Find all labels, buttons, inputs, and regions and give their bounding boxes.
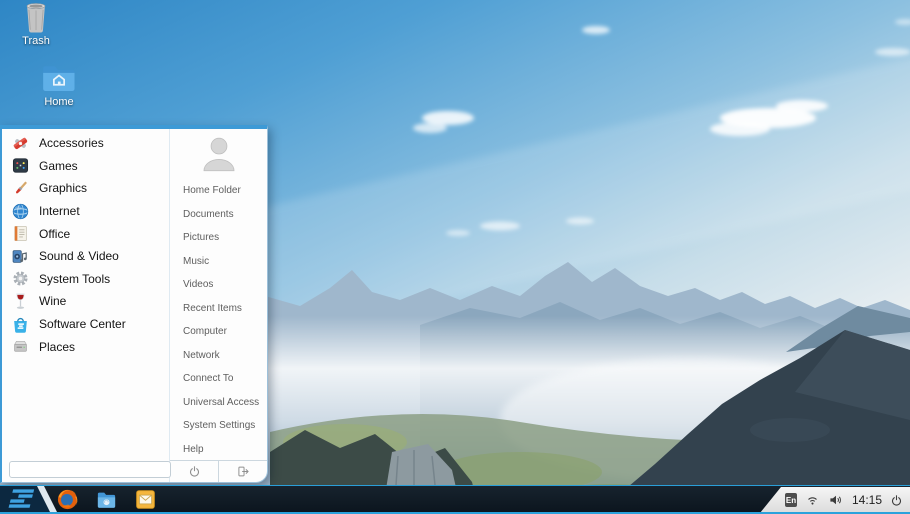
wine-icon xyxy=(11,292,30,311)
menu-category-label: Graphics xyxy=(39,181,87,195)
menu-category-label: Office xyxy=(39,227,70,241)
menu-shortcut-item[interactable]: Pictures xyxy=(170,226,267,250)
start-menu-button[interactable] xyxy=(0,486,58,514)
file-manager-icon xyxy=(95,488,118,511)
firefox-launcher[interactable] xyxy=(56,488,79,511)
menu-category-label: Internet xyxy=(39,204,80,218)
mail-launcher[interactable] xyxy=(134,488,157,511)
menu-shortcut-item[interactable]: Videos xyxy=(170,273,267,297)
system-tools-icon xyxy=(11,269,30,288)
network-icon xyxy=(805,493,820,508)
desktop: Home Trash Accessories Games xyxy=(0,0,910,514)
sound-video-icon xyxy=(11,247,30,266)
menu-category-accessories[interactable]: Accessories xyxy=(4,132,168,155)
menu-category-label: Games xyxy=(39,159,78,173)
logout-icon xyxy=(237,465,250,478)
user-avatar-icon xyxy=(199,133,239,175)
volume-button[interactable] xyxy=(828,492,844,508)
menu-shortcut-item[interactable]: Help xyxy=(170,438,267,462)
desktop-icon-image xyxy=(40,61,78,95)
desktop-icon-label: Home xyxy=(23,96,95,108)
volume-icon xyxy=(828,492,844,508)
menu-category-list: Accessories Games Graphics Internet xyxy=(4,132,168,358)
menu-shortcut-item[interactable]: Universal Access xyxy=(170,391,267,415)
desktop-icon-trash[interactable]: Trash xyxy=(0,0,72,47)
menu-category-sound-video[interactable]: Sound & Video xyxy=(4,245,168,268)
menu-category-label: Wine xyxy=(39,294,66,308)
menu-category-internet[interactable]: Internet xyxy=(4,200,168,223)
menu-shortcut-item[interactable]: Recent Items xyxy=(170,297,267,321)
zorin-logo-icon xyxy=(0,486,58,514)
network-status-button[interactable] xyxy=(805,493,820,508)
menu-category-office[interactable]: Office xyxy=(4,222,168,245)
menu-category-games[interactable]: Games xyxy=(4,155,168,178)
file-manager-launcher[interactable] xyxy=(95,488,118,511)
internet-icon xyxy=(11,202,30,221)
menu-shortcut-item[interactable]: Music xyxy=(170,250,267,274)
menu-category-software-center[interactable]: Software Center xyxy=(4,313,168,336)
menu-category-label: System Tools xyxy=(39,272,110,286)
system-tray: En 14:15 xyxy=(760,487,910,513)
menu-shortcut-list: Home Folder Documents Pictures Music Vid… xyxy=(170,179,267,461)
power-icon xyxy=(188,465,201,478)
app-menu-panel: Accessories Games Graphics Internet xyxy=(0,125,268,483)
games-icon xyxy=(11,156,30,175)
menu-session-actions xyxy=(170,460,267,482)
menu-shortcut-item[interactable]: Network xyxy=(170,344,267,368)
taskbar: En 14:15 xyxy=(0,485,910,514)
language-indicator[interactable]: En xyxy=(785,493,797,507)
menu-category-label: Software Center xyxy=(39,317,126,331)
logout-button[interactable] xyxy=(218,461,267,482)
desktop-icon-image xyxy=(17,0,55,34)
clock[interactable]: 14:15 xyxy=(852,493,882,507)
menu-category-system-tools[interactable]: System Tools xyxy=(4,268,168,291)
taskbar-launchers xyxy=(56,488,157,511)
desktop-icon-home[interactable]: Home xyxy=(23,61,95,108)
desktop-icon-label: Trash xyxy=(0,35,72,47)
accessories-icon xyxy=(11,134,30,153)
menu-category-graphics[interactable]: Graphics xyxy=(4,177,168,200)
user-avatar[interactable] xyxy=(170,133,267,175)
menu-shortcut-item[interactable]: Computer xyxy=(170,320,267,344)
software-center-icon xyxy=(11,315,30,334)
graphics-icon xyxy=(11,179,30,198)
menu-shortcut-item[interactable]: Connect To xyxy=(170,367,267,391)
menu-category-label: Sound & Video xyxy=(39,249,119,263)
session-power-button[interactable] xyxy=(890,494,903,507)
menu-shortcut-item[interactable]: System Settings xyxy=(170,414,267,438)
power-icon xyxy=(890,494,903,507)
office-icon xyxy=(11,224,30,243)
firefox-icon xyxy=(56,488,79,511)
menu-shortcut-item[interactable]: Documents xyxy=(170,203,267,227)
mail-icon xyxy=(134,488,157,511)
menu-category-wine[interactable]: Wine xyxy=(4,290,168,313)
menu-category-places[interactable]: Places xyxy=(4,335,168,358)
menu-category-label: Accessories xyxy=(39,136,104,150)
shutdown-button[interactable] xyxy=(170,461,218,482)
menu-category-label: Places xyxy=(39,340,75,354)
places-icon xyxy=(11,337,30,356)
menu-search-input[interactable] xyxy=(9,461,171,478)
menu-shortcut-item[interactable]: Home Folder xyxy=(170,179,267,203)
